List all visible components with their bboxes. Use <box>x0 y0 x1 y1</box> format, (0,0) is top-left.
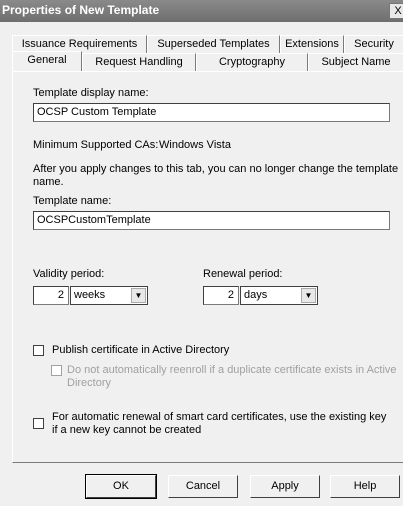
warning-text-line2: name. <box>33 176 64 188</box>
chevron-down-icon[interactable]: ▼ <box>131 288 146 303</box>
help-button[interactable]: Help <box>330 475 400 498</box>
tab-request-handling[interactable]: Request Handling <box>82 53 196 71</box>
ok-button[interactable]: OK <box>85 474 157 499</box>
validity-unit-select[interactable]: weeks ▼ <box>70 286 148 305</box>
chevron-down-icon[interactable]: ▼ <box>301 288 316 303</box>
no-reenroll-label-line1: Do not automatically reenroll if a dupli… <box>67 364 397 376</box>
renewal-unit-select[interactable]: days ▼ <box>240 286 318 305</box>
tab-row-front: General Request Handling Cryptography Su… <box>12 51 403 71</box>
validity-period-input[interactable]: 2 <box>33 286 69 305</box>
general-tab-panel <box>12 71 403 463</box>
min-ca-value: Windows Vista <box>159 139 231 151</box>
cancel-button[interactable]: Cancel <box>168 475 238 498</box>
smartcard-renewal-checkbox[interactable] <box>33 418 44 429</box>
publish-ad-label: Publish certificate in Active Directory <box>52 344 230 356</box>
smartcard-renewal-label-line1: For automatic renewal of smart card cert… <box>52 411 387 423</box>
template-name-input[interactable]: OCSPCustomTemplate <box>33 211 390 230</box>
warning-text-line1: After you apply changes to this tab, you… <box>33 163 399 175</box>
tab-subject-name[interactable]: Subject Name <box>308 53 403 71</box>
apply-button[interactable]: Apply <box>250 475 320 498</box>
renewal-unit-value: days <box>244 289 268 301</box>
template-name-label: Template name: <box>33 195 112 207</box>
smartcard-renewal-label-line2: if a new key cannot be created <box>52 424 202 436</box>
window-title: Properties of New Template <box>2 3 160 17</box>
close-button[interactable]: X <box>389 3 403 19</box>
validity-period-label: Validity period: <box>33 268 105 280</box>
tab-security[interactable]: Security <box>344 35 403 53</box>
validity-unit-value: weeks <box>74 289 106 301</box>
min-ca-label: Minimum Supported CAs: <box>33 139 159 151</box>
tab-superseded-templates[interactable]: Superseded Templates <box>147 35 280 53</box>
renewal-period-input[interactable]: 2 <box>203 286 239 305</box>
display-name-label: Template display name: <box>33 87 149 99</box>
display-name-input[interactable]: OCSP Custom Template <box>33 103 390 122</box>
no-reenroll-checkbox[interactable] <box>51 365 62 376</box>
tab-extensions[interactable]: Extensions <box>280 35 344 53</box>
tab-general[interactable]: General <box>12 51 82 71</box>
tab-cryptography[interactable]: Cryptography <box>196 53 308 71</box>
title-bar[interactable]: Properties of New Template X <box>0 0 403 22</box>
publish-ad-checkbox[interactable] <box>33 345 44 356</box>
template-properties-dialog: Properties of New Template X Issuance Re… <box>0 0 403 506</box>
renewal-period-label: Renewal period: <box>203 268 283 280</box>
no-reenroll-label-line2: Directory <box>67 377 112 389</box>
